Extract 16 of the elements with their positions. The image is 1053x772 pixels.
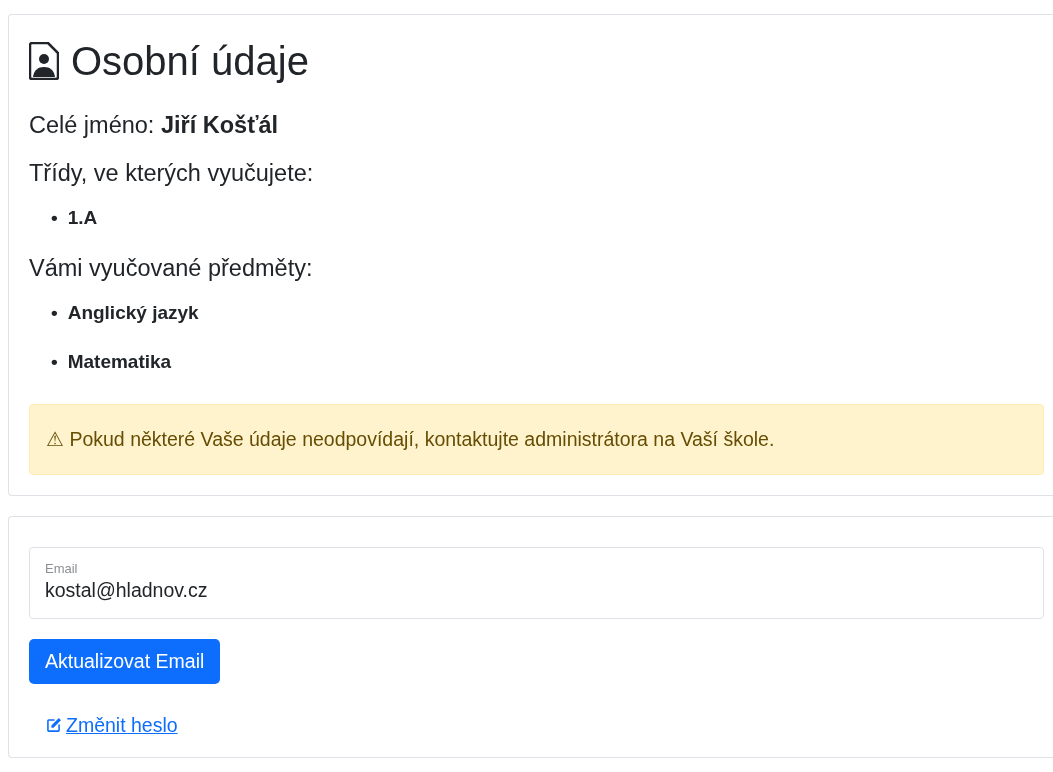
section-heading: Třídy, ve kterých vyučujete: bbox=[29, 159, 315, 188]
change-password-link[interactable]: Změnit heslo bbox=[45, 713, 178, 737]
full-name-text: Celé jméno: Jiří Košťál bbox=[29, 111, 279, 140]
update-email-button[interactable]: Aktualizovat Email bbox=[29, 638, 221, 684]
class-item: 1.A bbox=[67, 207, 98, 231]
bullet: • bbox=[51, 207, 58, 231]
bullet: • bbox=[51, 302, 58, 326]
subject-item: Anglický jazyk bbox=[67, 302, 199, 326]
section-heading: Vámi vyučované předměty: bbox=[29, 254, 314, 283]
page-title: Osobní údaje bbox=[71, 38, 309, 85]
person-document-icon bbox=[29, 42, 59, 80]
subject-item: Matematika bbox=[67, 351, 172, 374]
edit-icon bbox=[45, 716, 62, 734]
warning-alert: ⚠ Pokud některé Vaše údaje neodpovídají, kontaktujte administrátora na Vaší škole. bbox=[29, 403, 1044, 475]
email-field[interactable]: Email kostal@hladnov.cz bbox=[29, 546, 1044, 619]
bullet: • bbox=[51, 351, 58, 374]
